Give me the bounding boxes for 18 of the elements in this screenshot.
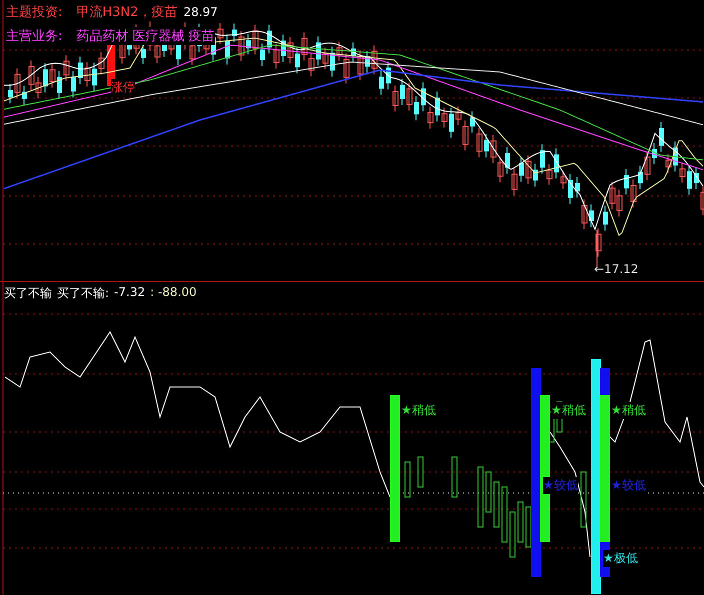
leader-line — [596, 230, 598, 268]
signal-label: ★稍低 — [401, 402, 436, 419]
indicator-reading: -7.32 — [114, 285, 146, 301]
info-label: 主题投资: — [6, 3, 62, 21]
limit-up-label: 涨停 — [111, 79, 135, 96]
signal-label: ★稍低 — [551, 402, 586, 419]
price-reading: 28.97 — [183, 5, 218, 19]
low-price-label: ←17.12 — [594, 262, 638, 276]
indicator-title: 买了不输 — [4, 285, 52, 302]
signal-label: ★稍低 — [611, 402, 646, 419]
info-label: 主营业务: — [6, 27, 62, 45]
signal-label: ★极低 — [603, 550, 638, 567]
indicator-reading: : -88.00 — [150, 285, 197, 301]
info-value: 甲流H3N2，疫苗 — [76, 3, 178, 21]
signal-label: ★较低 — [611, 477, 646, 494]
signal-label: ★较低 — [543, 477, 578, 494]
indicator-reading-name: 买了不输: — [57, 285, 110, 302]
info-value: 药品药材 医疗器械 疫苗 — [76, 27, 215, 45]
